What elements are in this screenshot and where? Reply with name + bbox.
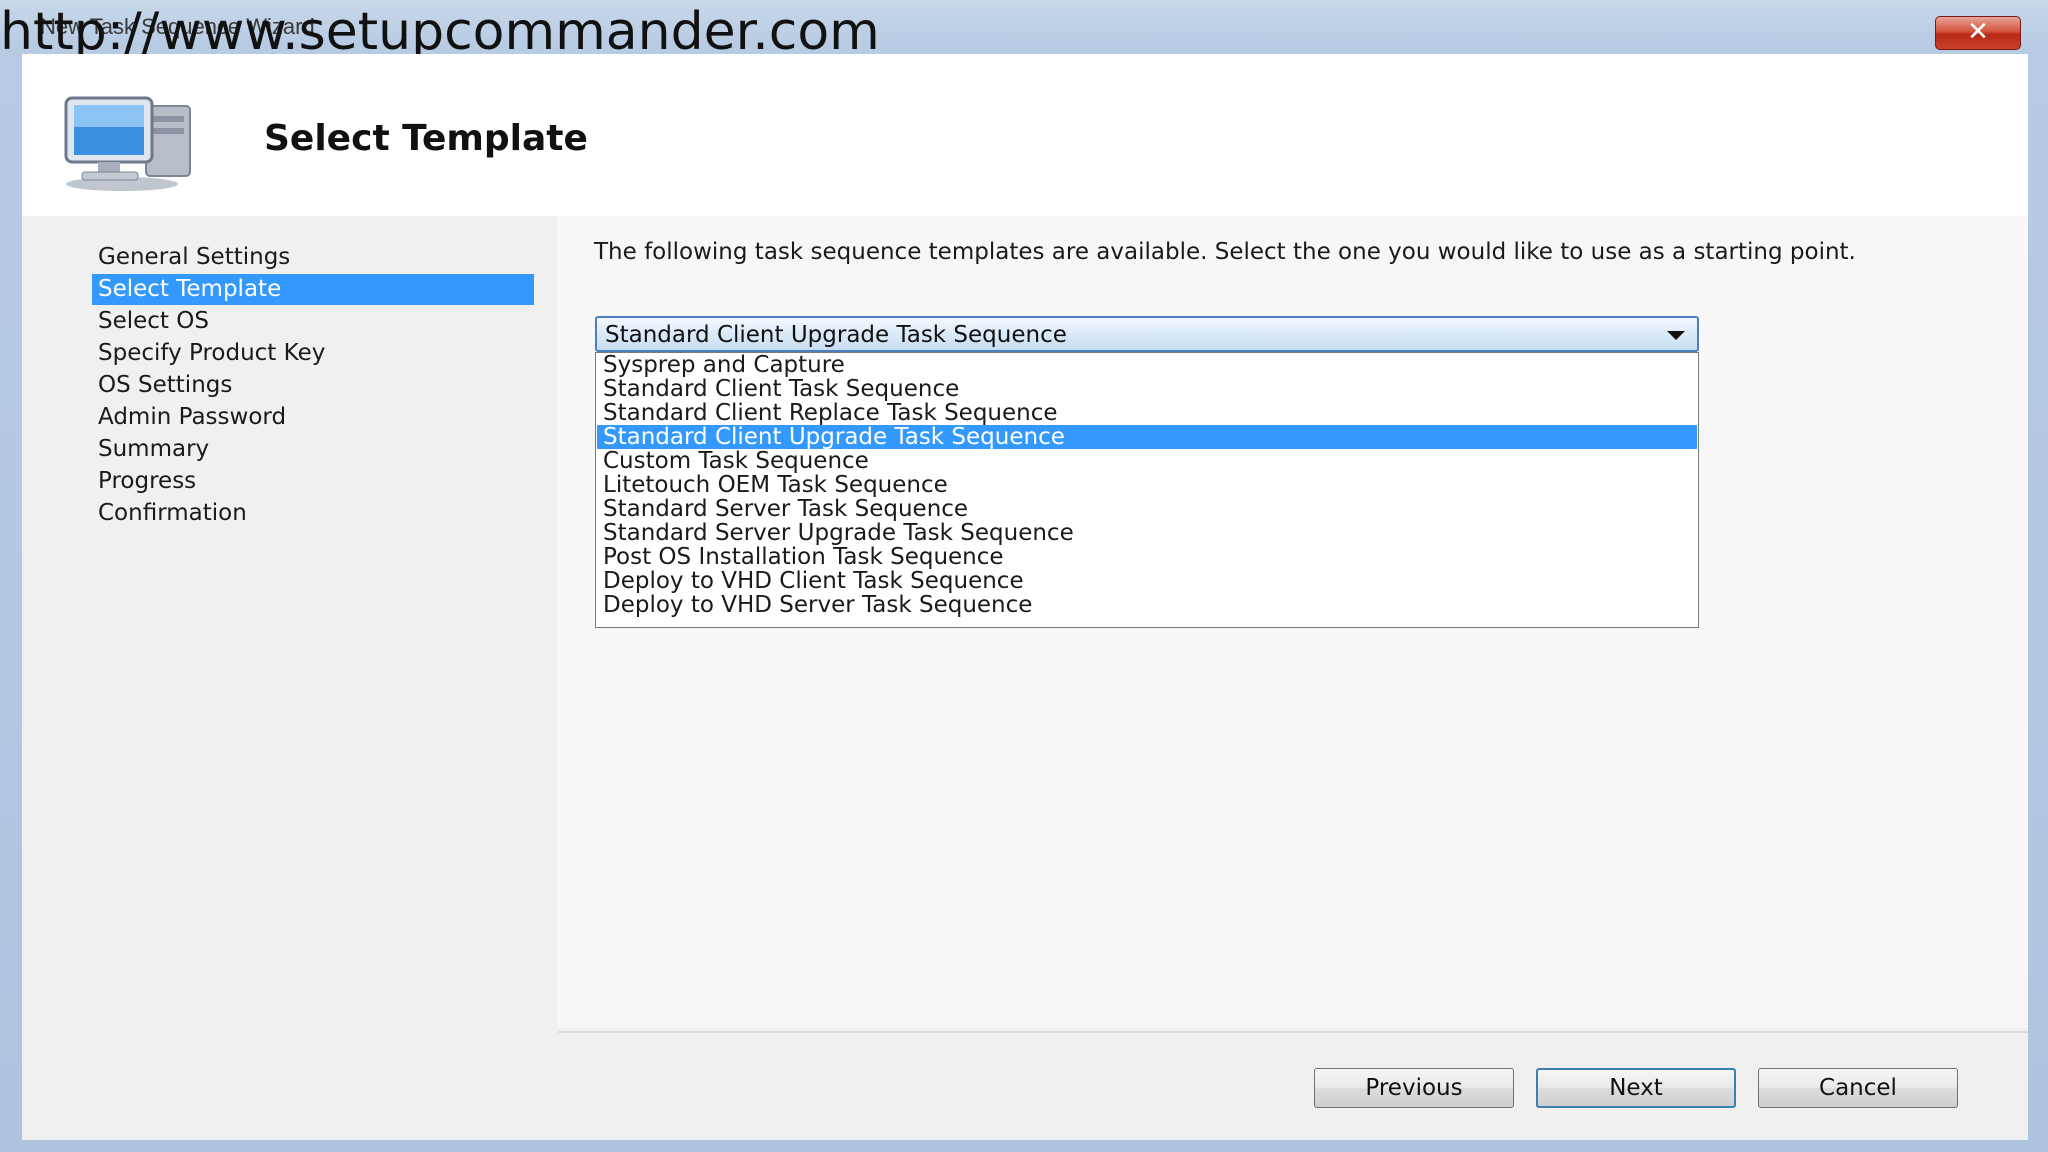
- step-general-settings[interactable]: General Settings: [92, 242, 534, 273]
- template-option[interactable]: Standard Client Task Sequence: [597, 377, 1697, 401]
- wizard-window: New Task Sequence Wizard http://www.setu…: [0, 0, 2048, 1152]
- next-button[interactable]: Next: [1536, 1068, 1736, 1108]
- template-dropdown[interactable]: Standard Client Upgrade Task Sequence: [595, 316, 1699, 352]
- template-option[interactable]: Litetouch OEM Task Sequence: [597, 473, 1697, 497]
- step-confirmation[interactable]: Confirmation: [92, 498, 534, 529]
- step-progress[interactable]: Progress: [92, 466, 534, 497]
- step-os-settings[interactable]: OS Settings: [92, 370, 534, 401]
- template-option[interactable]: Standard Client Replace Task Sequence: [597, 401, 1697, 425]
- watermark-url: http://www.setupcommander.com: [0, 2, 880, 62]
- footer-divider: [558, 1031, 2028, 1033]
- template-option[interactable]: Deploy to VHD Client Task Sequence: [597, 569, 1697, 593]
- template-option[interactable]: Standard Server Upgrade Task Sequence: [597, 521, 1697, 545]
- cancel-button[interactable]: Cancel: [1758, 1068, 1958, 1108]
- step-summary[interactable]: Summary: [92, 434, 534, 465]
- previous-button[interactable]: Previous: [1314, 1068, 1514, 1108]
- template-dropdown-value: Standard Client Upgrade Task Sequence: [605, 322, 1067, 348]
- step-select-template[interactable]: Select Template: [92, 274, 534, 305]
- step-specify-product-key[interactable]: Specify Product Key: [92, 338, 534, 369]
- chevron-down-icon[interactable]: [1667, 331, 1685, 340]
- close-button[interactable]: ✕: [1935, 16, 2021, 50]
- title-bar[interactable]: New Task Sequence Wizard http://www.setu…: [0, 0, 2048, 62]
- template-option[interactable]: Standard Server Task Sequence: [597, 497, 1697, 521]
- close-icon: ✕: [1967, 17, 1989, 47]
- template-option-highlighted[interactable]: Standard Client Upgrade Task Sequence: [597, 425, 1697, 449]
- computer-icon: [64, 96, 191, 191]
- wizard-content: The following task sequence templates ar…: [558, 216, 2028, 1028]
- template-options-list: Sysprep and Capture Standard Client Task…: [595, 352, 1699, 628]
- wizard-steps-sidebar: General Settings Select Template Select …: [22, 216, 550, 1140]
- template-option[interactable]: Sysprep and Capture: [597, 353, 1697, 377]
- page-title: Select Template: [264, 118, 588, 159]
- wizard-header: Select Template: [22, 54, 2028, 216]
- template-option[interactable]: Deploy to VHD Server Task Sequence: [597, 593, 1697, 617]
- template-option[interactable]: Post OS Installation Task Sequence: [597, 545, 1697, 569]
- wizard-client-area: Select Template General Settings Select …: [22, 54, 2028, 1140]
- step-select-os[interactable]: Select OS: [92, 306, 534, 337]
- instructions-text: The following task sequence templates ar…: [594, 239, 1856, 265]
- template-option[interactable]: Custom Task Sequence: [597, 449, 1697, 473]
- step-admin-password[interactable]: Admin Password: [92, 402, 534, 433]
